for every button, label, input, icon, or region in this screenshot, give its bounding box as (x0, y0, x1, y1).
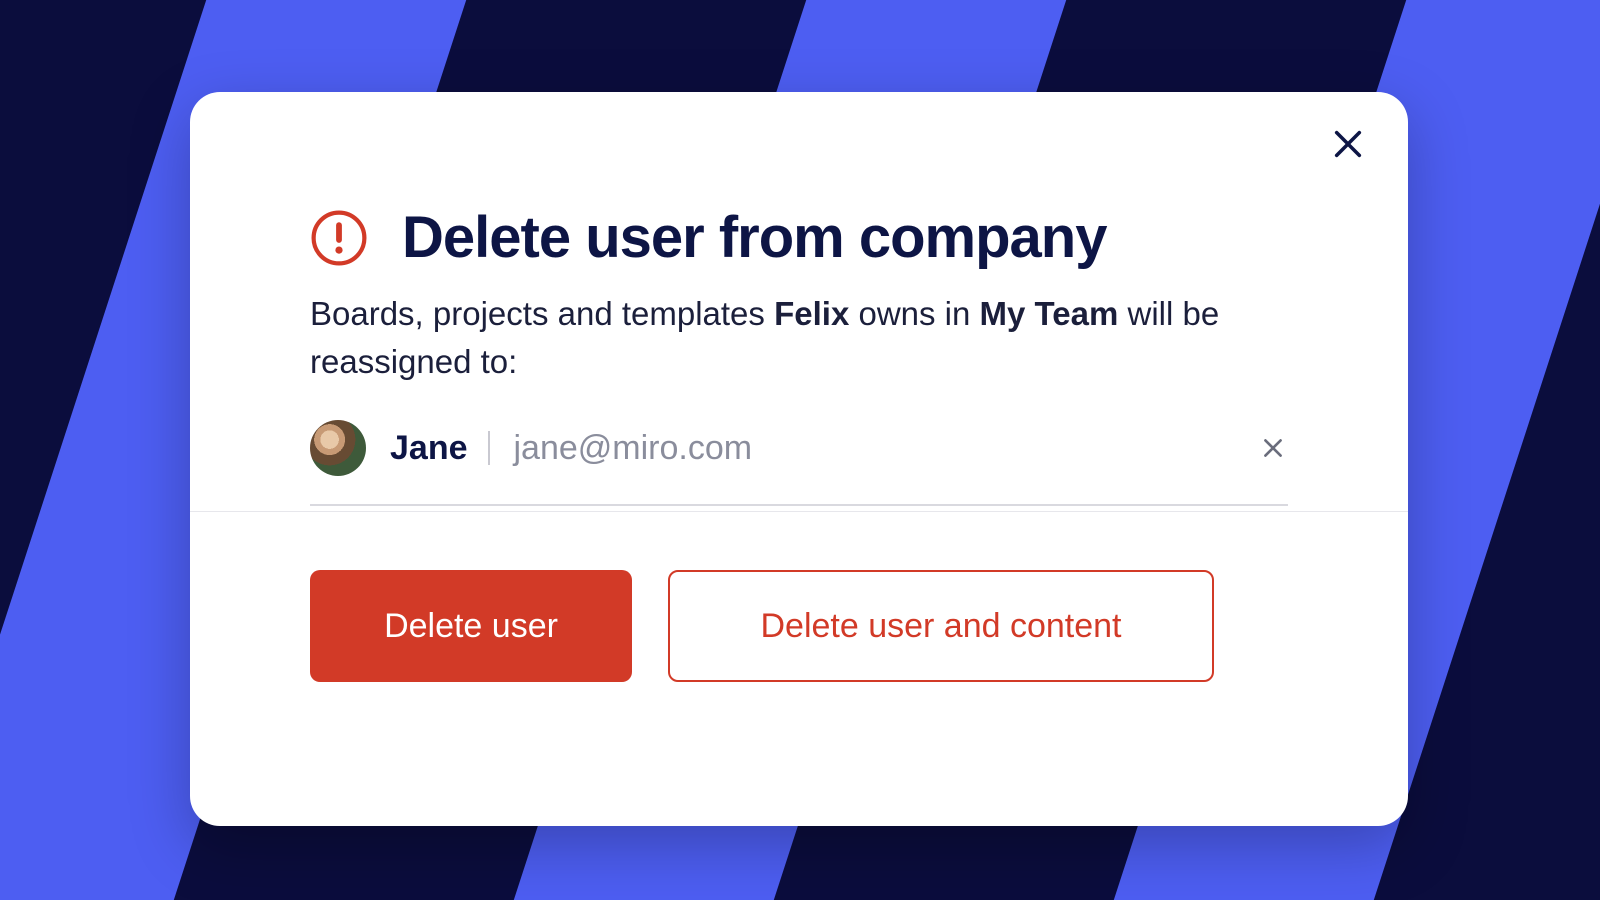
close-icon (1260, 435, 1286, 461)
avatar (310, 420, 366, 476)
assignee-email: jane@miro.com (514, 429, 1235, 468)
clear-assignee-button[interactable] (1258, 433, 1288, 463)
button-label: Delete user and content (760, 607, 1121, 646)
divider (190, 511, 1408, 512)
close-icon (1331, 127, 1365, 161)
dialog-title: Delete user from company (402, 204, 1106, 271)
warning-icon (310, 209, 368, 267)
dialog-actions: Delete user Delete user and content (310, 570, 1214, 682)
dialog-header: Delete user from company (310, 204, 1288, 271)
separator (488, 431, 490, 465)
assignee-selector[interactable]: Jane jane@miro.com (310, 420, 1288, 506)
close-button[interactable] (1326, 122, 1370, 166)
delete-user-button[interactable]: Delete user (310, 570, 632, 682)
dialog-description: Boards, projects and templates Felix own… (310, 290, 1288, 386)
desc-text: Boards, projects and templates (310, 295, 774, 332)
button-label: Delete user (384, 607, 558, 646)
assignee-name: Jane (390, 429, 468, 468)
desc-text: owns in (849, 295, 979, 332)
desc-team-name: My Team (980, 295, 1119, 332)
delete-user-and-content-button[interactable]: Delete user and content (668, 570, 1214, 682)
desc-user-name: Felix (774, 295, 849, 332)
delete-user-dialog: Delete user from company Boards, project… (190, 92, 1408, 826)
